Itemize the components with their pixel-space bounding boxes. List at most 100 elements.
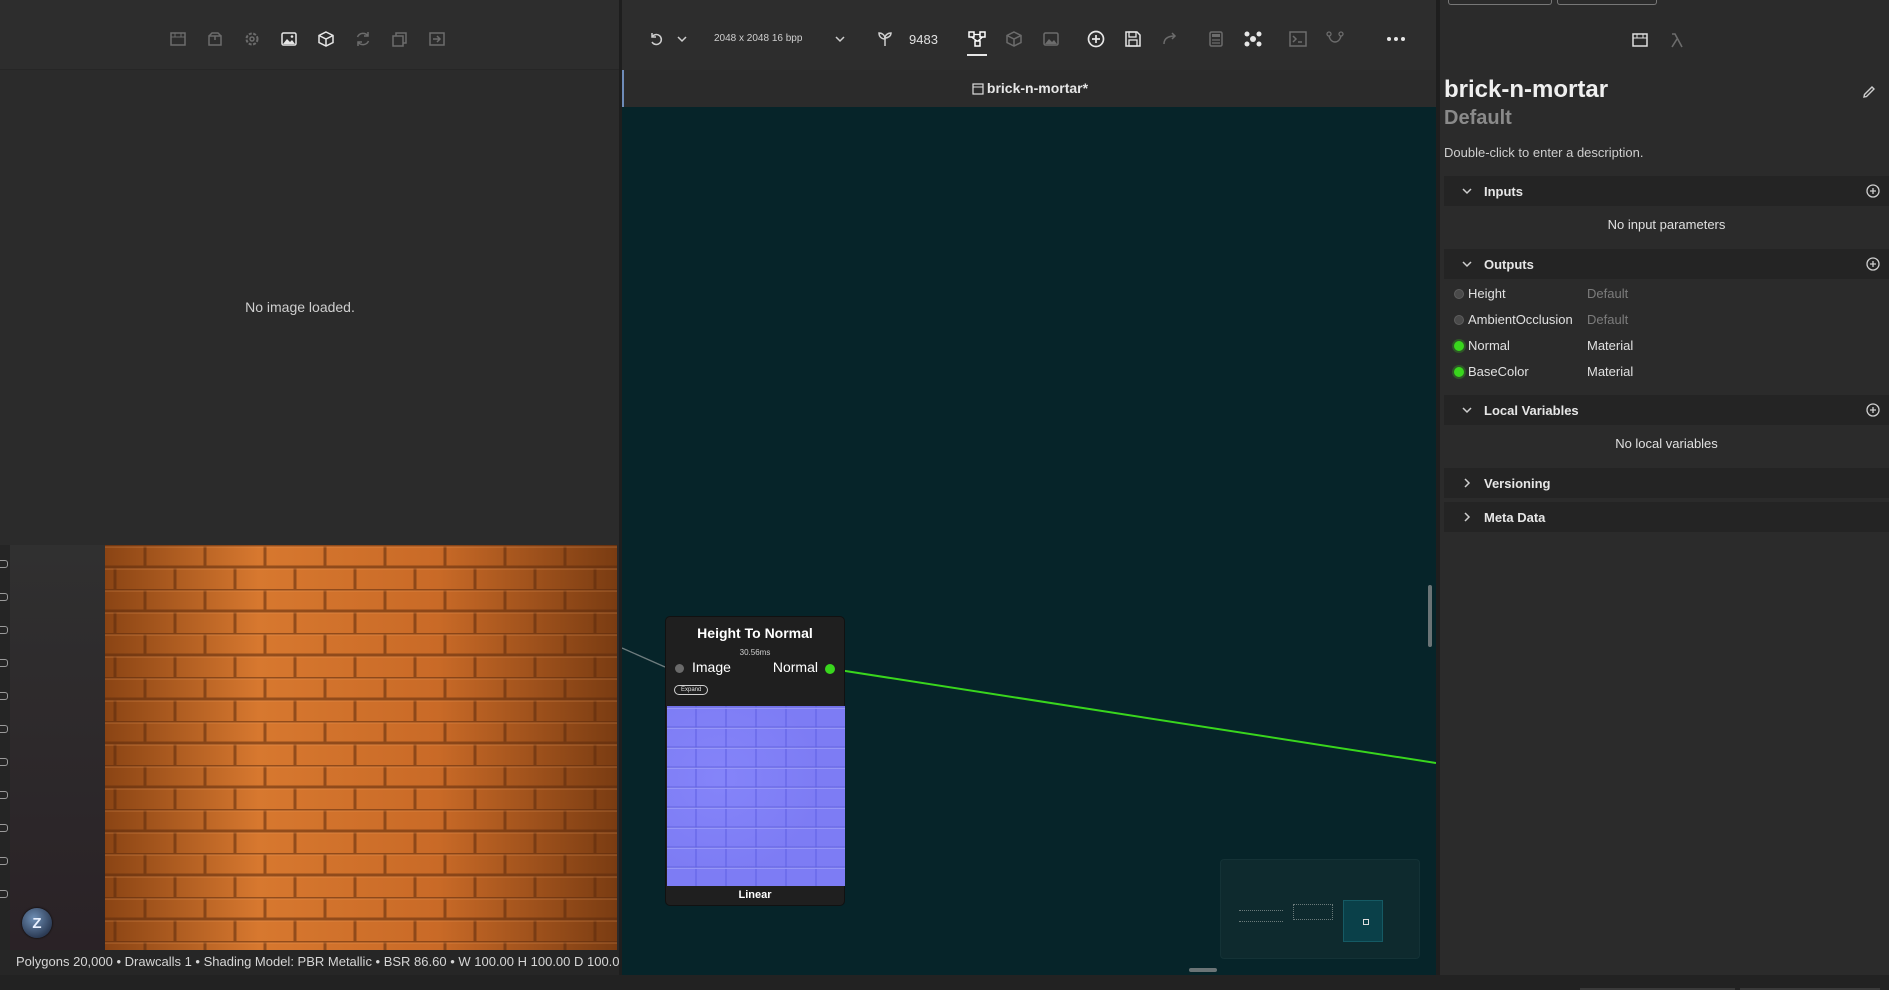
normal-output-connection[interactable]: [838, 669, 1436, 764]
section-label: Inputs: [1484, 184, 1523, 199]
expand-button[interactable]: Expand: [674, 685, 709, 695]
cube-icon[interactable]: [1002, 27, 1026, 51]
add-circle-icon[interactable]: [1865, 402, 1881, 418]
section-label: Versioning: [1484, 476, 1551, 491]
save-icon[interactable]: [1121, 27, 1145, 51]
section-meta-data-header[interactable]: Meta Data: [1444, 502, 1889, 532]
output-status-icon: [1454, 367, 1464, 377]
output-type[interactable]: Material: [1587, 364, 1633, 379]
output-type[interactable]: Default: [1587, 312, 1628, 327]
resolution-select[interactable]: 2048 x 2048 16 bpp: [714, 27, 874, 51]
vertical-scrollbar[interactable]: [1428, 585, 1432, 647]
output-name: BaseColor: [1468, 364, 1529, 379]
section-outputs-header[interactable]: Outputs: [1444, 249, 1889, 279]
output-row-normal[interactable]: Normal Material: [1444, 333, 1889, 359]
graph-minimap[interactable]: [1220, 859, 1420, 959]
output-name: Normal: [1468, 338, 1510, 353]
bezier-icon[interactable]: [1323, 27, 1347, 51]
add-circle-icon[interactable]: [1084, 27, 1108, 51]
dropdown-arrow-icon: [834, 33, 846, 45]
section-versioning-header[interactable]: Versioning: [1444, 468, 1889, 498]
export-icon[interactable]: [425, 27, 449, 51]
output-row-basecolor[interactable]: BaseColor Material: [1444, 359, 1889, 385]
tool-icon[interactable]: [0, 857, 8, 865]
image-icon[interactable]: [1039, 27, 1063, 51]
section-label: Outputs: [1484, 257, 1534, 272]
app-logo-icon: Z: [22, 908, 52, 938]
section-inputs-header[interactable]: Inputs: [1444, 176, 1889, 206]
cube-icon[interactable]: [314, 27, 338, 51]
output-name: Height: [1468, 286, 1506, 301]
nodes-cluster-icon[interactable]: [1241, 27, 1265, 51]
image-icon[interactable]: [277, 27, 301, 51]
tool-icon[interactable]: [0, 791, 8, 799]
seedling-icon[interactable]: [873, 27, 897, 51]
pencil-icon[interactable]: [1859, 82, 1879, 102]
graph-canvas[interactable]: Height To Normal 30.56ms Image Normal Ex…: [622, 107, 1436, 975]
graph-category: Default: [1444, 107, 1512, 129]
output-row-height[interactable]: Height Default: [1444, 281, 1889, 307]
output-status-icon: [1454, 289, 1464, 299]
section-local-variables-header[interactable]: Local Variables: [1444, 395, 1889, 425]
section-label: Local Variables: [1484, 403, 1579, 418]
tool-icon[interactable]: [0, 560, 8, 568]
height-to-normal-node[interactable]: Height To Normal 30.56ms Image Normal Ex…: [665, 616, 845, 906]
horizontal-scrollbar[interactable]: [1189, 968, 1217, 972]
add-circle-icon[interactable]: [1865, 183, 1881, 199]
chevron-down-icon[interactable]: [670, 27, 694, 51]
gear-icon[interactable]: [240, 27, 264, 51]
3d-viewport[interactable]: Z Polygons 20,000 • Drawcalls 1 • Shadin…: [0, 545, 627, 975]
output-row-ambientocclusion[interactable]: AmbientOcclusion Default: [1444, 307, 1889, 333]
normal-map-preview: [667, 706, 845, 886]
input-connection: [622, 647, 666, 668]
undo-icon[interactable]: [644, 27, 668, 51]
tool-icon[interactable]: [0, 659, 8, 667]
image-viewer[interactable]: No image loaded.: [0, 70, 619, 545]
viewport-background: [10, 545, 105, 950]
chevron-right-icon: [1460, 510, 1474, 524]
seed-value[interactable]: 9483: [909, 32, 938, 47]
graph-tab-title: brick-n-mortar*: [624, 80, 1436, 96]
tool-icon[interactable]: [0, 725, 8, 733]
chevron-down-icon: [1460, 403, 1474, 417]
tool-icon[interactable]: [0, 824, 8, 832]
more-icon[interactable]: [1384, 27, 1408, 51]
panel-tab[interactable]: [1448, 0, 1552, 5]
output-socket-icon[interactable]: [825, 664, 835, 674]
redo-icon[interactable]: [1158, 27, 1182, 51]
graph-name: brick-n-mortar: [1444, 76, 1609, 103]
package-icon[interactable]: [203, 27, 227, 51]
refresh-icon[interactable]: [351, 27, 375, 51]
output-status-icon: [1454, 315, 1464, 325]
tool-icon[interactable]: [0, 758, 8, 766]
layers-icon[interactable]: [388, 27, 412, 51]
calculator-icon[interactable]: [1204, 27, 1228, 51]
graph-icon[interactable]: [965, 27, 989, 51]
lambda-icon[interactable]: [1665, 28, 1689, 52]
node-timing: 30.56ms: [739, 648, 771, 657]
tool-icon[interactable]: [0, 692, 8, 700]
input-socket-icon[interactable]: [675, 664, 684, 673]
add-circle-icon[interactable]: [1865, 256, 1881, 272]
film-frame-icon[interactable]: [166, 27, 190, 51]
brick-cylinder-render: [105, 545, 617, 950]
minimap-viewport: [1343, 900, 1383, 942]
tool-icon[interactable]: [0, 626, 8, 634]
tool-icon[interactable]: [0, 890, 8, 898]
active-tool-underline: [967, 54, 987, 56]
tool-icon[interactable]: [0, 593, 8, 601]
graph-toolbar: 2048 x 2048 16 bpp 9483: [622, 0, 1436, 70]
output-status-icon: [1454, 341, 1464, 351]
output-type[interactable]: Default: [1587, 286, 1628, 301]
node-footer: Linear: [738, 889, 772, 901]
graph-tab[interactable]: brick-n-mortar*: [622, 70, 1436, 107]
panel-tab[interactable]: [1557, 0, 1657, 5]
output-type[interactable]: Material: [1587, 338, 1633, 353]
status-bar: [0, 975, 1889, 990]
film-frame-icon: [972, 83, 984, 95]
local-variables-empty-text: No local variables: [1615, 436, 1718, 451]
description-field[interactable]: Double-click to enter a description.: [1444, 145, 1643, 160]
film-frame-icon[interactable]: [1628, 28, 1652, 52]
terminal-icon[interactable]: [1286, 27, 1310, 51]
chevron-down-icon: [1460, 184, 1474, 198]
